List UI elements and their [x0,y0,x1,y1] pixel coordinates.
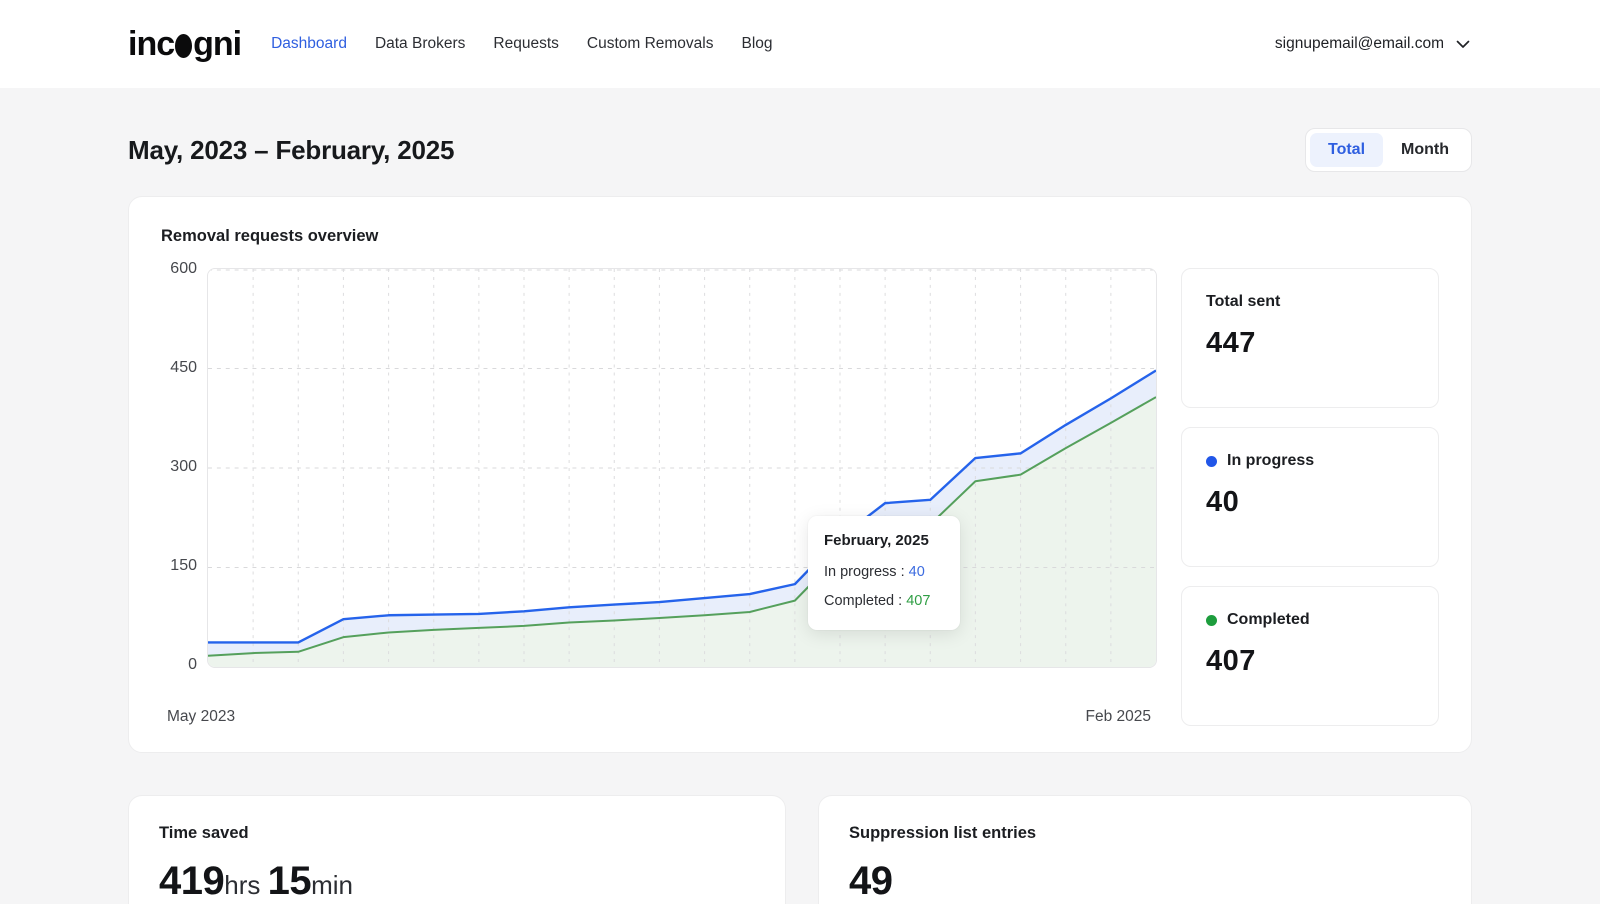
suppression-list-card: Suppression list entries 49 [818,795,1472,904]
tooltip-in-progress-value: 40 [909,564,925,580]
suppression-list-label: Suppression list entries [849,824,1441,843]
in-progress-value: 40 [1206,486,1414,519]
completed-value: 407 [1206,645,1414,678]
page-title: May, 2023 – February, 2025 [128,135,454,166]
in-progress-dot-icon [1206,456,1217,467]
chart-plot[interactable]: February, 2025 In progress : 40 Complete… [207,268,1157,682]
x-label-start: May 2023 [167,708,235,726]
nav-item-data-brokers[interactable]: Data Brokers [375,35,465,53]
nav-item-dashboard[interactable]: Dashboard [271,35,347,53]
total-month-toggle: Total Month [1305,128,1472,172]
completed-card: Completed 407 [1181,586,1439,726]
tooltip-title: February, 2025 [824,532,944,549]
top-navigation-bar: incgni Dashboard Data Brokers Requests C… [0,0,1600,88]
bottom-cards-row: Time saved 419hrs 15min Suppression list… [128,795,1472,904]
time-saved-value: 419hrs 15min [159,859,755,904]
nav-item-custom-removals[interactable]: Custom Removals [587,35,714,53]
in-progress-label: In progress [1227,452,1314,470]
total-sent-value: 447 [1206,327,1414,360]
toggle-total-button[interactable]: Total [1310,133,1383,167]
y-tick: 300 [161,458,197,476]
in-progress-card: In progress 40 [1181,427,1439,567]
y-tick: 150 [161,557,197,575]
dashboard-page: May, 2023 – February, 2025 Total Month R… [0,88,1600,904]
y-tick: 450 [161,359,197,377]
y-tick: 600 [161,260,197,278]
tooltip-completed-value: 407 [906,593,930,609]
x-axis-labels: May 2023 Feb 2025 [161,708,1157,726]
tooltip-completed-row: Completed : 407 [824,587,944,616]
removal-requests-card: Removal requests overview 6004503001500 … [128,196,1472,753]
chevron-down-icon [1454,35,1472,53]
nav-item-blog[interactable]: Blog [742,35,773,53]
tooltip-in-progress-row: In progress : 40 [824,558,944,587]
logo-text-post: gni [193,25,241,64]
suppression-list-value: 49 [849,859,1441,904]
y-axis-labels: 600 450 300 150 0 [161,260,207,674]
area-chart [208,269,1156,667]
stats-column: Total sent 447 In progress 40 Completed … [1181,268,1439,726]
main-nav: Dashboard Data Brokers Requests Custom R… [271,35,772,53]
y-tick: 0 [161,656,197,674]
total-sent-card: Total sent 447 [1181,268,1439,408]
logo-text-pre: inc [128,25,174,64]
account-menu[interactable]: signupemail@email.com [1275,35,1472,53]
nav-item-requests[interactable]: Requests [493,35,558,53]
logo-o-icon [175,34,192,58]
incogni-logo[interactable]: incgni [128,25,241,64]
title-row: May, 2023 – February, 2025 Total Month [128,128,1472,172]
chart-area: 6004503001500 February, 2025 In progress… [161,268,1157,726]
chart-tooltip: February, 2025 In progress : 40 Complete… [808,516,960,630]
chart-title: Removal requests overview [161,227,1439,246]
time-saved-card: Time saved 419hrs 15min [128,795,786,904]
total-sent-label: Total sent [1206,293,1280,311]
account-email: signupemail@email.com [1275,35,1444,53]
completed-dot-icon [1206,615,1217,626]
completed-label: Completed [1227,611,1310,629]
toggle-month-button[interactable]: Month [1383,133,1467,167]
x-label-end: Feb 2025 [1086,708,1152,726]
time-saved-label: Time saved [159,824,755,843]
